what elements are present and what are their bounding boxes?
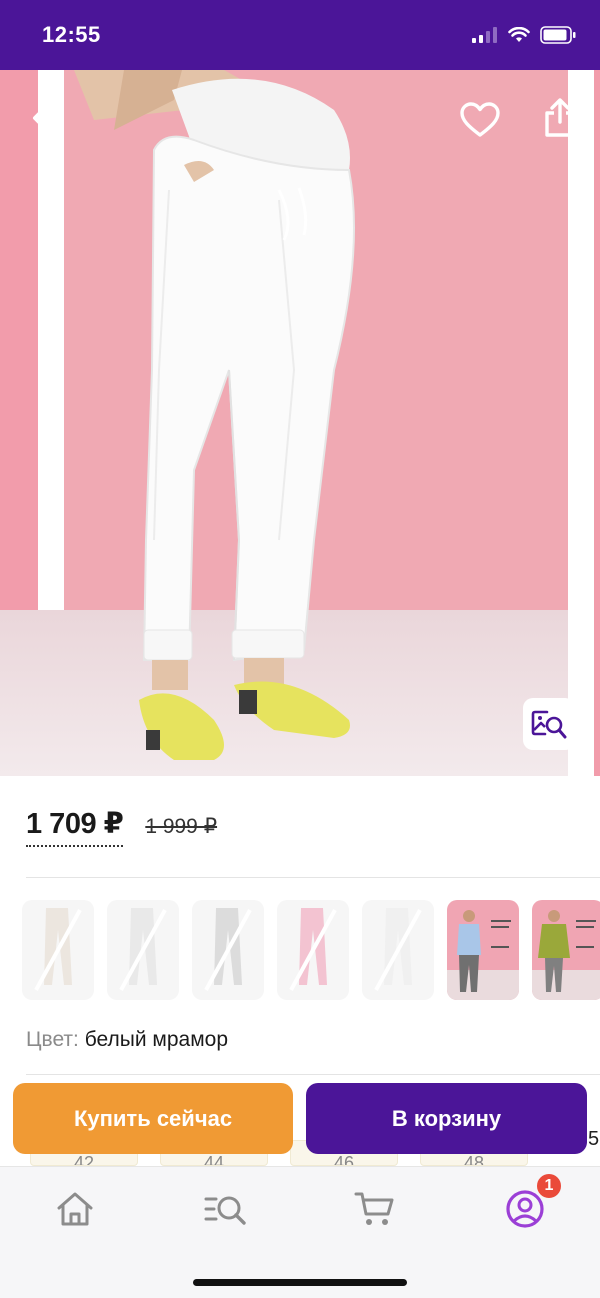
heart-icon bbox=[460, 102, 500, 137]
pants-thumbnail bbox=[119, 908, 167, 991]
image-strip-right bbox=[568, 70, 594, 776]
swatch-model-blue-shirt[interactable] bbox=[447, 900, 519, 1000]
notification-badge: 1 bbox=[535, 1172, 563, 1200]
back-button[interactable] bbox=[22, 98, 62, 138]
old-price: 1 999 ₽ bbox=[145, 815, 218, 838]
chevron-left-icon bbox=[33, 101, 52, 135]
color-value: белый мрамор bbox=[84, 1028, 229, 1051]
swatch-pants-beige[interactable] bbox=[22, 900, 94, 1000]
bottom-nav: 1 bbox=[0, 1166, 600, 1298]
pants-thumbnail bbox=[204, 908, 252, 991]
signal-icon bbox=[472, 27, 497, 43]
product-image[interactable] bbox=[0, 70, 600, 776]
nav-cart[interactable] bbox=[353, 1187, 397, 1231]
image-edge-right bbox=[594, 70, 600, 776]
pants-thumbnail bbox=[374, 908, 422, 991]
status-time: 12:55 bbox=[42, 22, 101, 47]
divider bbox=[26, 877, 600, 878]
share-button[interactable] bbox=[538, 94, 582, 142]
catalog-search-icon bbox=[204, 1196, 246, 1225]
pants-thumbnail bbox=[289, 908, 337, 991]
swatch-model-green-shirt[interactable] bbox=[532, 900, 600, 1000]
battery-icon bbox=[540, 26, 576, 44]
nav-home[interactable] bbox=[53, 1187, 97, 1231]
home-icon bbox=[57, 1192, 93, 1226]
swatch-pants-light-grey[interactable] bbox=[107, 900, 179, 1000]
visual-search-button[interactable] bbox=[523, 698, 575, 750]
nav-catalog[interactable] bbox=[203, 1187, 247, 1231]
color-label: Цвет: белый мрамор bbox=[26, 1028, 228, 1052]
model-thumbnail bbox=[532, 910, 600, 1000]
favorite-button[interactable] bbox=[458, 98, 502, 142]
add-to-cart-button[interactable]: В корзину bbox=[306, 1083, 587, 1154]
image-search-icon bbox=[531, 710, 567, 739]
swatch-pants-white[interactable] bbox=[362, 900, 434, 1000]
share-icon bbox=[545, 98, 575, 137]
color-swatches bbox=[22, 900, 600, 1000]
color-caption: Цвет: bbox=[26, 1028, 79, 1051]
swatch-pants-pink[interactable] bbox=[277, 900, 349, 1000]
cart-icon bbox=[354, 1192, 394, 1225]
wifi-icon bbox=[508, 27, 530, 42]
buy-now-button[interactable]: Купить сейчас bbox=[13, 1083, 293, 1154]
white-pants-photo bbox=[74, 70, 355, 760]
price-row: 1 709 ₽ 1 999 ₽ bbox=[26, 806, 217, 847]
home-indicator bbox=[193, 1279, 407, 1286]
model-thumbnail bbox=[447, 910, 519, 1000]
size-option-partial[interactable]: 5 bbox=[588, 1128, 599, 1151]
divider bbox=[26, 1074, 600, 1075]
current-price[interactable]: 1 709 ₽ bbox=[26, 806, 124, 847]
status-icons bbox=[472, 26, 576, 44]
pants-thumbnail bbox=[34, 908, 82, 991]
status-bar: 12:55 bbox=[0, 0, 600, 70]
swatch-pants-grey[interactable] bbox=[192, 900, 264, 1000]
